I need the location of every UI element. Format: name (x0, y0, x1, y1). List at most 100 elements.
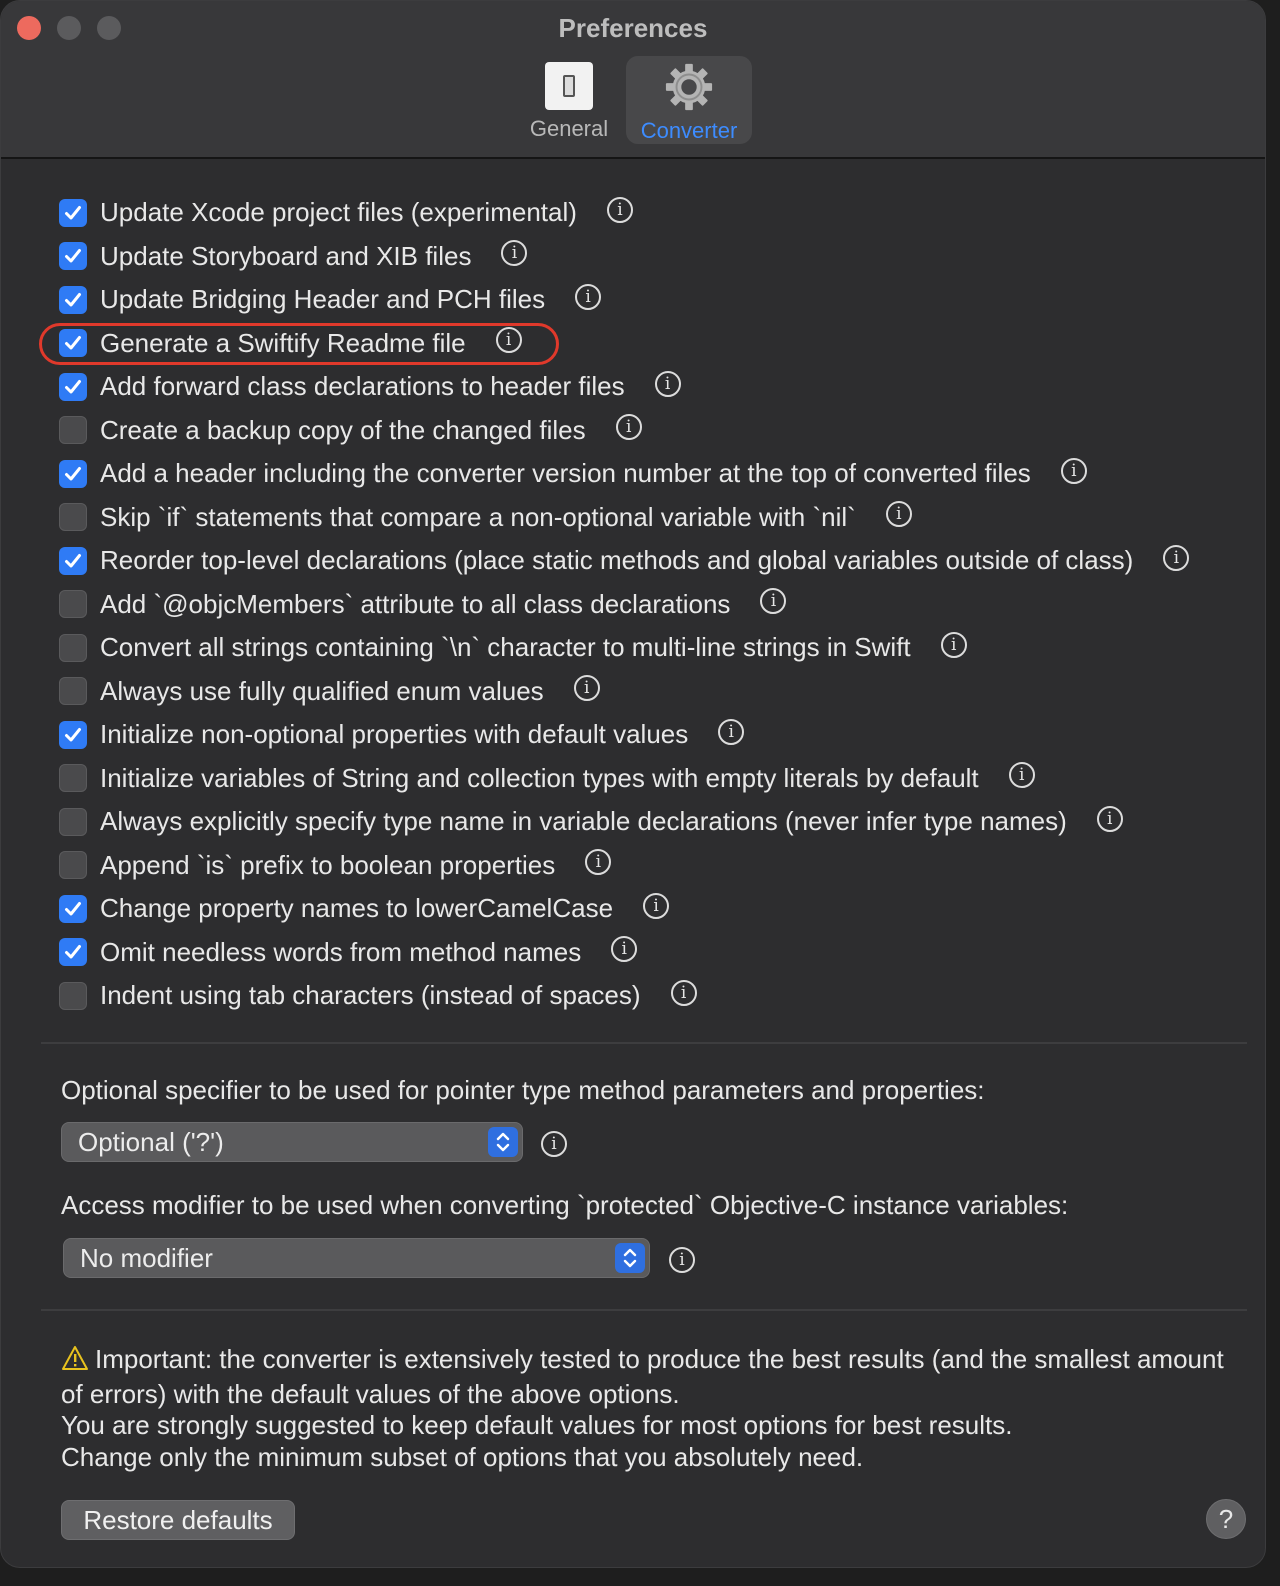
section-divider (41, 1309, 1247, 1311)
option-row[interactable]: Append `is` prefix to boolean properties… (59, 844, 1189, 888)
info-icon[interactable]: i (495, 327, 522, 354)
checkbox-checked[interactable] (59, 938, 87, 967)
checkmark-icon (65, 945, 81, 959)
option-row[interactable]: Initialize non-optional properties with … (59, 713, 1189, 757)
important-note: Important: the converter is extensively … (61, 1344, 1231, 1473)
option-row[interactable]: Update Bridging Header and PCH files i (59, 278, 1189, 322)
checkbox-checked[interactable] (59, 894, 87, 923)
info-icon[interactable]: i (654, 370, 681, 397)
info-icon[interactable]: i (575, 283, 602, 310)
option-row[interactable]: Omit needless words from method names i (59, 931, 1189, 975)
option-label[interactable]: Reorder top-level declarations (place st… (100, 545, 1133, 576)
option-label[interactable]: Change property names to lowerCamelCase (100, 893, 613, 924)
checkmark-icon (65, 292, 81, 307)
option-row[interactable]: Always use fully qualified enum values i (59, 670, 1189, 714)
checkbox-checked[interactable] (59, 546, 87, 575)
checkbox-unchecked[interactable] (59, 503, 87, 532)
checkbox-checked[interactable] (59, 198, 87, 227)
info-icon[interactable]: i (669, 1247, 695, 1273)
option-label[interactable]: Update Xcode project files (experimental… (100, 197, 577, 228)
general-switch-icon (545, 62, 593, 110)
info-icon[interactable]: i (615, 414, 642, 441)
info-icon[interactable]: i (611, 936, 638, 963)
option-row[interactable]: Add forward class declarations to header… (59, 365, 1189, 409)
chevron-up-down-icon (615, 1243, 645, 1273)
checkbox-unchecked[interactable] (59, 633, 87, 662)
checkbox-unchecked[interactable] (59, 416, 87, 445)
checkmark-icon (65, 205, 81, 220)
info-icon[interactable]: i (585, 849, 612, 876)
info-icon[interactable]: i (1163, 544, 1190, 571)
option-label[interactable]: Skip `if` statements that compare a non-… (100, 502, 856, 533)
option-label[interactable]: Append `is` prefix to boolean properties (100, 850, 555, 881)
option-label[interactable]: Generate a Swiftify Readme file (100, 328, 466, 359)
checkbox-unchecked[interactable] (59, 764, 87, 793)
option-row[interactable]: Change property names to lowerCamelCase i (59, 887, 1189, 931)
info-icon[interactable]: i (1008, 762, 1035, 789)
checkbox-checked[interactable] (59, 285, 87, 314)
option-label[interactable]: Convert all strings containing `\n` char… (100, 632, 911, 663)
tab-converter-label: Converter (640, 118, 738, 143)
checkbox-unchecked[interactable] (59, 981, 87, 1010)
preferences-window: Preferences General Converter Update Xco… (0, 0, 1266, 1568)
option-label[interactable]: Always explicitly specify type name in v… (100, 806, 1067, 837)
info-icon[interactable]: i (541, 1131, 567, 1157)
info-icon[interactable]: i (501, 240, 528, 267)
option-label[interactable]: Add forward class declarations to header… (100, 371, 625, 402)
info-icon[interactable]: i (573, 675, 600, 702)
info-icon[interactable]: i (643, 892, 670, 919)
option-label[interactable]: Update Bridging Header and PCH files (100, 284, 545, 315)
option-label[interactable]: Initialize variables of String and colle… (100, 763, 979, 794)
option-row[interactable]: Indent using tab characters (instead of … (59, 974, 1189, 1018)
option-row[interactable]: Update Storyboard and XIB files i (59, 235, 1189, 279)
optional-specifier-popup[interactable]: Optional ('?') (61, 1122, 523, 1162)
checkbox-checked[interactable] (59, 242, 87, 271)
option-row[interactable]: Add `@objcMembers` attribute to all clas… (59, 583, 1189, 627)
checkbox-checked[interactable] (59, 459, 87, 488)
option-row[interactable]: Reorder top-level declarations (place st… (59, 539, 1190, 583)
option-row[interactable]: Initialize variables of String and colle… (59, 757, 1189, 801)
option-label[interactable]: Always use fully qualified enum values (100, 676, 544, 707)
checkbox-unchecked[interactable] (59, 851, 87, 880)
option-label[interactable]: Omit needless words from method names (100, 937, 581, 968)
info-icon[interactable]: i (606, 196, 633, 223)
tab-general[interactable]: General (521, 56, 617, 144)
option-label[interactable]: Initialize non-optional properties with … (100, 719, 688, 750)
info-icon[interactable]: i (718, 718, 745, 745)
help-button[interactable]: ? (1206, 1499, 1246, 1539)
optional-specifier-value: Optional ('?') (78, 1126, 224, 1157)
option-row[interactable]: Convert all strings containing `\n` char… (59, 626, 1189, 670)
option-row[interactable]: Always explicitly specify type name in v… (59, 800, 1189, 844)
info-icon[interactable]: i (940, 631, 967, 658)
checkbox-checked[interactable] (59, 720, 87, 749)
restore-defaults-button[interactable]: Restore defaults (61, 1500, 295, 1540)
option-row[interactable]: Add a header including the converter ver… (59, 452, 1189, 496)
checkbox-checked[interactable] (59, 372, 87, 401)
warning-icon (61, 1345, 89, 1379)
option-row[interactable]: Create a backup copy of the changed file… (59, 409, 1189, 453)
window-title: Preferences (558, 13, 708, 43)
info-icon[interactable]: i (885, 501, 912, 528)
checkbox-checked[interactable] (59, 329, 87, 358)
option-label[interactable]: Add `@objcMembers` attribute to all clas… (100, 589, 730, 620)
checkbox-unchecked[interactable] (59, 807, 87, 836)
checkbox-unchecked[interactable] (59, 677, 87, 706)
info-icon[interactable]: i (1060, 457, 1087, 484)
option-label[interactable]: Add a header including the converter ver… (100, 458, 1031, 489)
option-row[interactable]: Update Xcode project files (experimental… (59, 191, 1189, 235)
access-modifier-popup[interactable]: No modifier (63, 1238, 650, 1278)
optional-specifier-label: Optional specifier to be used for pointe… (61, 1075, 985, 1105)
option-label[interactable]: Update Storyboard and XIB files (100, 241, 471, 272)
checkmark-icon (65, 727, 81, 742)
option-row[interactable]: Generate a Swiftify Readme file i (59, 322, 1189, 366)
option-row[interactable]: Skip `if` statements that compare a non-… (59, 496, 1189, 540)
tab-converter[interactable]: Converter (626, 56, 752, 144)
checkmark-icon (65, 379, 81, 394)
section-divider (41, 1042, 1247, 1044)
option-label[interactable]: Indent using tab characters (instead of … (100, 980, 641, 1011)
option-label[interactable]: Create a backup copy of the changed file… (100, 415, 586, 446)
info-icon[interactable]: i (1096, 805, 1123, 832)
info-icon[interactable]: i (760, 588, 787, 615)
info-icon[interactable]: i (670, 979, 697, 1006)
checkbox-unchecked[interactable] (59, 590, 87, 619)
